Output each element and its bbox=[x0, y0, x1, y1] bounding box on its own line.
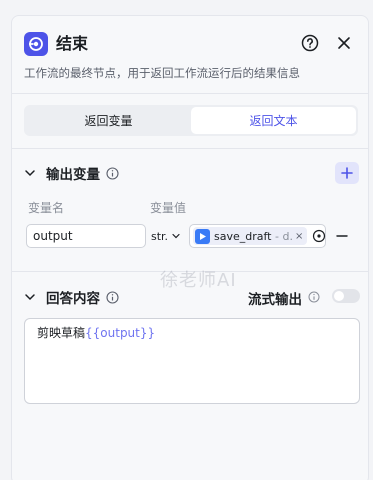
watermark: 徐老师AI bbox=[160, 270, 237, 291]
answer-section-title: 回答内容 bbox=[46, 291, 100, 307]
plus-icon bbox=[341, 167, 353, 179]
chevron-down-icon[interactable] bbox=[24, 291, 36, 303]
variable-reference-field[interactable]: save_draft - d. × bbox=[189, 224, 326, 248]
tabs-divider bbox=[12, 148, 368, 149]
return-mode-tabs: 返回变量 返回文本 bbox=[24, 105, 358, 136]
header-divider bbox=[12, 93, 368, 94]
end-node-icon bbox=[24, 32, 48, 56]
reference-label: save_draft - d. bbox=[214, 230, 293, 243]
reference-suffix: - d. bbox=[271, 229, 293, 243]
output-section-header[interactable]: 输出变量 bbox=[24, 163, 119, 183]
info-icon[interactable] bbox=[106, 290, 119, 304]
stream-output-toggle[interactable] bbox=[332, 289, 360, 303]
tab-return-variables[interactable]: 返回变量 bbox=[26, 107, 191, 134]
info-icon[interactable] bbox=[308, 291, 320, 303]
chevron-down-icon[interactable] bbox=[24, 167, 36, 179]
value-type-select[interactable]: str. bbox=[149, 224, 187, 248]
remove-variable-button[interactable] bbox=[335, 229, 349, 243]
close-icon[interactable] bbox=[334, 33, 354, 53]
info-icon[interactable] bbox=[106, 166, 119, 180]
chevron-down-icon bbox=[172, 233, 180, 239]
reference-tag: save_draft - d. × bbox=[193, 227, 307, 245]
tab-return-text[interactable]: 返回文本 bbox=[191, 107, 356, 134]
end-node-panel: 结束 工作流的最终节点，用于返回工作流运行后的结果信息 返回变量 返回文本 输出… bbox=[11, 15, 369, 480]
variable-name-input[interactable]: output bbox=[26, 224, 146, 248]
panel-header: 结束 工作流的最终节点，用于返回工作流运行后的结果信息 bbox=[12, 16, 368, 93]
answer-content-editor[interactable]: 剪映草稿{{output}} bbox=[24, 318, 360, 404]
answer-section-header[interactable]: 回答内容 bbox=[24, 287, 119, 307]
answer-text: 剪映草稿 bbox=[37, 326, 86, 340]
node-description: 工作流的最终节点，用于返回工作流运行后的结果信息 bbox=[24, 66, 300, 80]
value-type-label: str. bbox=[151, 229, 169, 243]
reference-node-name: save_draft bbox=[214, 229, 272, 243]
help-icon[interactable] bbox=[300, 33, 320, 53]
column-label-name: 变量名 bbox=[28, 201, 65, 215]
answer-variable-token: {{output}} bbox=[85, 326, 156, 340]
stream-output-label: 流式输出 bbox=[248, 292, 302, 308]
add-variable-button[interactable] bbox=[335, 162, 359, 184]
toggle-knob bbox=[334, 291, 344, 301]
output-section-title: 输出变量 bbox=[46, 167, 100, 183]
plugin-play-icon bbox=[195, 228, 210, 244]
remove-reference-button[interactable]: × bbox=[295, 231, 303, 242]
page-title: 结束 bbox=[56, 34, 89, 53]
target-icon[interactable] bbox=[312, 229, 326, 243]
column-label-value: 变量值 bbox=[150, 201, 187, 215]
